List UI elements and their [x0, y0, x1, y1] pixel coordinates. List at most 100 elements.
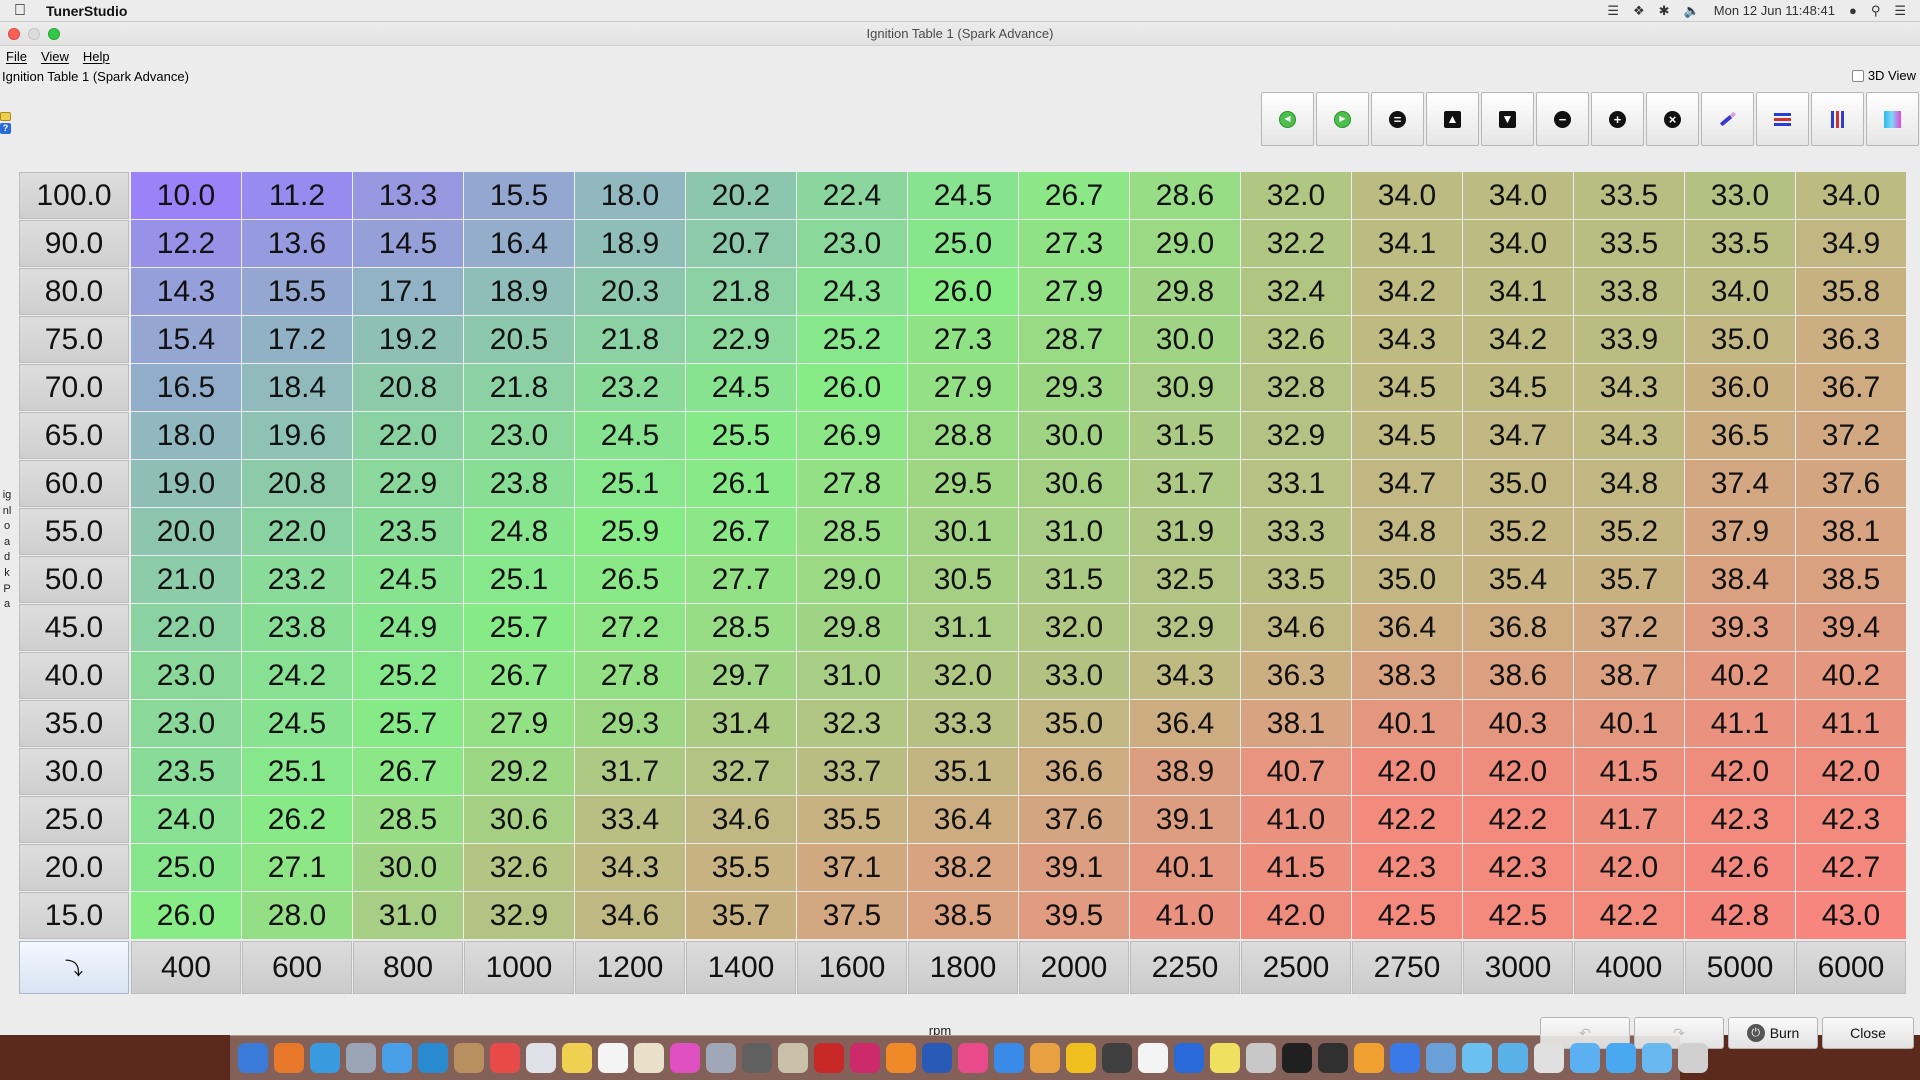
table-cell[interactable]: 35.2: [1463, 508, 1573, 555]
table-cell[interactable]: 29.0: [797, 556, 907, 603]
table-cell[interactable]: 33.4: [575, 796, 685, 843]
toolbar-button-subtract[interactable]: −: [1536, 92, 1589, 146]
table-cell[interactable]: 34.0: [1352, 172, 1462, 219]
dock-app-icon[interactable]: [1318, 1043, 1348, 1073]
table-cell[interactable]: 30.0: [1130, 316, 1240, 363]
table-cell[interactable]: 29.5: [908, 460, 1018, 507]
table-cell[interactable]: 26.0: [908, 268, 1018, 315]
table-cell[interactable]: 36.0: [1685, 364, 1795, 411]
table-cell[interactable]: 26.0: [131, 892, 241, 939]
dock-app-icon[interactable]: [562, 1043, 592, 1073]
table-cell[interactable]: 34.6: [1241, 604, 1351, 651]
table-cell[interactable]: 27.8: [575, 652, 685, 699]
table-cell[interactable]: 38.5: [1796, 556, 1906, 603]
y-axis-cell[interactable]: 100.0: [19, 172, 129, 219]
table-cell[interactable]: 29.3: [1019, 364, 1129, 411]
table-cell[interactable]: 25.7: [353, 700, 463, 747]
table-cell[interactable]: 23.0: [464, 412, 574, 459]
table-cell[interactable]: 32.5: [1130, 556, 1240, 603]
window-close-button[interactable]: [8, 27, 20, 40]
x-axis-cell[interactable]: 2500: [1241, 941, 1351, 994]
table-cell[interactable]: 38.2: [908, 844, 1018, 891]
toolbar-button-pencil[interactable]: [1701, 92, 1754, 146]
layers-icon[interactable]: ☰: [1607, 3, 1619, 19]
table-cell[interactable]: 34.0: [1463, 220, 1573, 267]
x-axis-cell[interactable]: 2750: [1352, 941, 1462, 994]
table-cell[interactable]: 32.9: [1241, 412, 1351, 459]
table-cell[interactable]: 28.5: [797, 508, 907, 555]
table-cell[interactable]: 25.5: [686, 412, 796, 459]
table-cell[interactable]: 25.0: [131, 844, 241, 891]
table-cell[interactable]: 27.8: [797, 460, 907, 507]
table-cell[interactable]: 27.2: [575, 604, 685, 651]
table-cell[interactable]: 42.6: [1685, 844, 1795, 891]
table-cell[interactable]: 18.9: [575, 220, 685, 267]
table-cell[interactable]: 38.7: [1574, 652, 1684, 699]
table-cell[interactable]: 36.3: [1796, 316, 1906, 363]
table-cell[interactable]: 25.1: [575, 460, 685, 507]
table-cell[interactable]: 31.4: [686, 700, 796, 747]
table-cell[interactable]: 38.9: [1130, 748, 1240, 795]
table-cell[interactable]: 28.5: [686, 604, 796, 651]
table-cell[interactable]: 20.8: [353, 364, 463, 411]
table-cell[interactable]: 33.8: [1574, 268, 1684, 315]
table-cell[interactable]: 32.8: [1241, 364, 1351, 411]
x-axis-cell[interactable]: 5000: [1685, 941, 1795, 994]
dock-app-icon[interactable]: [814, 1043, 844, 1073]
table-cell[interactable]: 19.0: [131, 460, 241, 507]
table-cell[interactable]: 22.9: [353, 460, 463, 507]
table-cell[interactable]: 29.0: [1130, 220, 1240, 267]
table-cell[interactable]: 16.4: [464, 220, 574, 267]
x-axis-cell[interactable]: 4000: [1574, 941, 1684, 994]
dock-app-icon[interactable]: [1174, 1043, 1204, 1073]
table-cell[interactable]: 20.7: [686, 220, 796, 267]
table-cell[interactable]: 32.6: [1241, 316, 1351, 363]
table-cell[interactable]: 42.0: [1685, 748, 1795, 795]
toolbar-button-go-back[interactable]: ◀: [1261, 92, 1314, 146]
table-cell[interactable]: 37.2: [1574, 604, 1684, 651]
dock-app-icon[interactable]: [778, 1043, 808, 1073]
table-cell[interactable]: 33.3: [908, 700, 1018, 747]
table-cell[interactable]: 40.2: [1796, 652, 1906, 699]
table-cell[interactable]: 25.1: [242, 748, 352, 795]
table-cell[interactable]: 34.6: [575, 892, 685, 939]
help-icon[interactable]: ?: [0, 123, 11, 134]
y-axis-cell[interactable]: 25.0: [19, 796, 129, 843]
dock-app-icon[interactable]: [958, 1043, 988, 1073]
y-axis-cell[interactable]: 60.0: [19, 460, 129, 507]
table-cell[interactable]: 24.2: [242, 652, 352, 699]
table-cell[interactable]: 34.8: [1574, 460, 1684, 507]
dock-app-icon[interactable]: [1498, 1043, 1528, 1073]
table-cell[interactable]: 42.0: [1352, 748, 1462, 795]
table-cell[interactable]: 39.1: [1019, 844, 1129, 891]
table-cell[interactable]: 31.7: [575, 748, 685, 795]
table-cell[interactable]: 27.9: [908, 364, 1018, 411]
notes-icon[interactable]: [0, 112, 11, 121]
table-cell[interactable]: 12.2: [131, 220, 241, 267]
y-axis-cell[interactable]: 80.0: [19, 268, 129, 315]
dock-app-icon[interactable]: [1354, 1043, 1384, 1073]
table-cell[interactable]: 42.2: [1463, 796, 1573, 843]
table-cell[interactable]: 39.5: [1019, 892, 1129, 939]
user-icon[interactable]: ●: [1849, 3, 1857, 18]
table-cell[interactable]: 40.1: [1574, 700, 1684, 747]
table-cell[interactable]: 36.3: [1241, 652, 1351, 699]
table-cell[interactable]: 42.0: [1574, 844, 1684, 891]
table-cell[interactable]: 36.8: [1463, 604, 1573, 651]
table-cell[interactable]: 34.0: [1463, 172, 1573, 219]
menu-file[interactable]: File: [6, 49, 27, 64]
table-cell[interactable]: 34.2: [1463, 316, 1573, 363]
dock-app-icon[interactable]: [418, 1043, 448, 1073]
table-cell[interactable]: 41.7: [1574, 796, 1684, 843]
dock-app-icon[interactable]: [598, 1043, 628, 1073]
table-cell[interactable]: 34.1: [1352, 220, 1462, 267]
table-cell[interactable]: 33.0: [1019, 652, 1129, 699]
y-axis-cell[interactable]: 35.0: [19, 700, 129, 747]
table-cell[interactable]: 39.3: [1685, 604, 1795, 651]
table-cell[interactable]: 34.0: [1796, 172, 1906, 219]
table-cell[interactable]: 23.0: [131, 700, 241, 747]
table-cell[interactable]: 26.2: [242, 796, 352, 843]
toolbar-button-go-forward[interactable]: ▶: [1316, 92, 1369, 146]
y-axis-cell[interactable]: 65.0: [19, 412, 129, 459]
table-cell[interactable]: 35.2: [1574, 508, 1684, 555]
